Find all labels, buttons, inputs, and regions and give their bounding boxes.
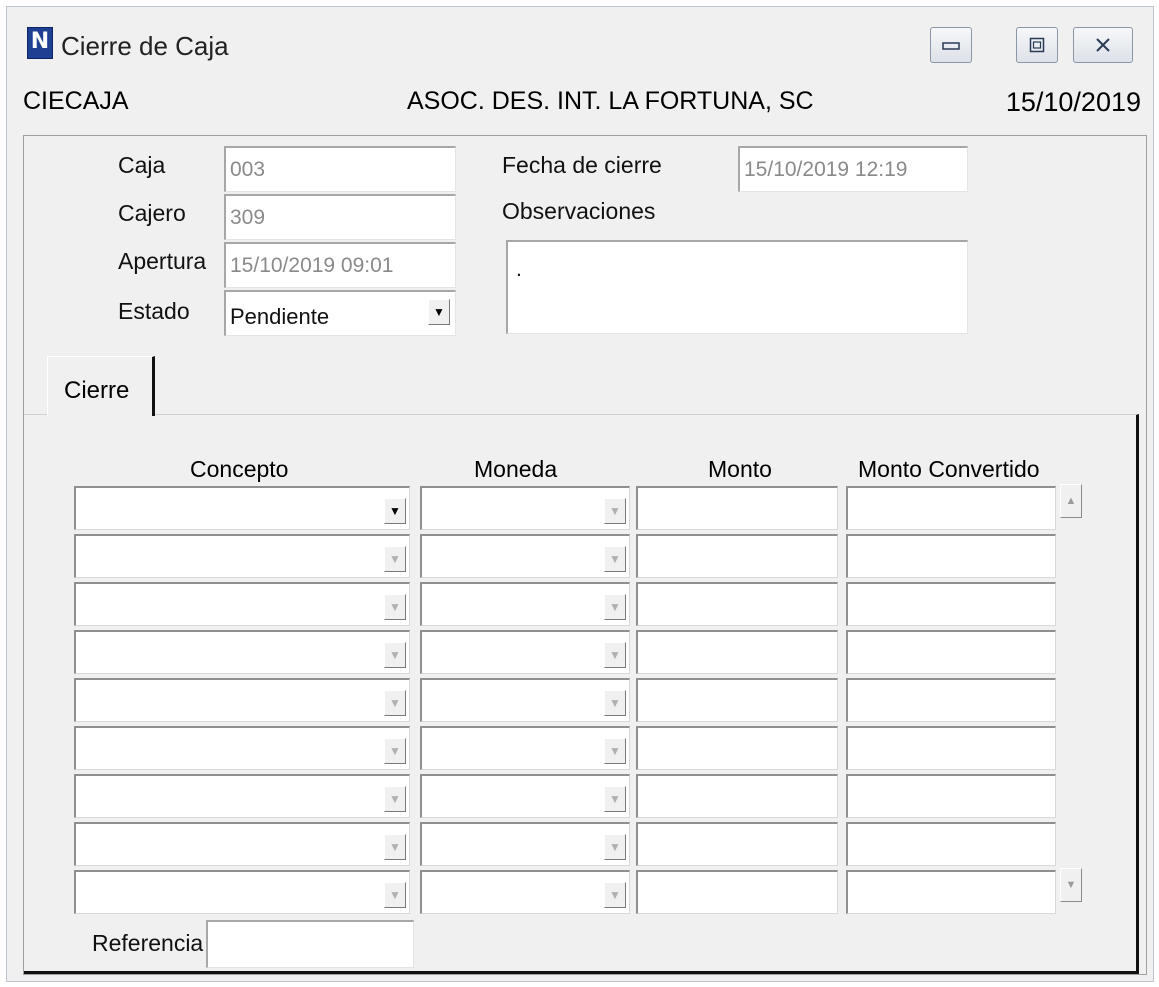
grid-cell-moneda[interactable] <box>420 630 630 674</box>
window-title: Cierre de Caja <box>61 31 229 61</box>
grid-cell-monto[interactable] <box>636 870 838 914</box>
grid-cell-moneda[interactable] <box>420 678 630 722</box>
chevron-down-icon[interactable]: ▼ <box>384 594 406 620</box>
grid-cell-concepto[interactable] <box>74 678 410 722</box>
grid-cell-monto[interactable] <box>636 630 838 674</box>
minimize-button[interactable] <box>930 27 972 63</box>
title-bar[interactable]: N Cierre de Caja <box>7 7 1153 85</box>
grid-cell-concepto[interactable] <box>74 486 410 530</box>
grid-cell-moneda[interactable] <box>420 774 630 818</box>
grid-cell-monto[interactable] <box>636 486 838 530</box>
maximize-icon <box>1029 37 1045 53</box>
grid-cell-moneda[interactable] <box>420 582 630 626</box>
chevron-down-icon[interactable]: ▼ <box>384 690 406 716</box>
scroll-down-icon[interactable]: ▼ <box>1060 868 1082 902</box>
grid-cell-moneda[interactable] <box>420 822 630 866</box>
grid-cell-monto-convertido[interactable] <box>846 726 1056 770</box>
main-form-panel: Caja 003 Cajero 309 Apertura 15/10/2019 … <box>23 135 1147 975</box>
chevron-down-icon[interactable]: ▼ <box>604 594 626 620</box>
chevron-down-icon[interactable]: ▼ <box>384 546 406 572</box>
chevron-down-icon[interactable]: ▼ <box>604 738 626 764</box>
grid-cell-moneda[interactable] <box>420 534 630 578</box>
chevron-down-icon[interactable]: ▼ <box>604 546 626 572</box>
grid-cell-monto-convertido[interactable] <box>846 582 1056 626</box>
cajero-field[interactable]: 309 <box>224 194 456 240</box>
scroll-up-icon[interactable]: ▲ <box>1060 484 1082 518</box>
chevron-down-icon[interactable]: ▼ <box>384 498 406 524</box>
grid-cell-monto[interactable] <box>636 582 838 626</box>
grid-cell-monto[interactable] <box>636 726 838 770</box>
grid-cell-concepto[interactable] <box>74 534 410 578</box>
chevron-down-icon[interactable]: ▼ <box>384 834 406 860</box>
chevron-down-icon[interactable]: ▼ <box>604 786 626 812</box>
caja-label: Caja <box>118 152 166 178</box>
grid-cell-monto[interactable] <box>636 774 838 818</box>
grid-cell-concepto[interactable] <box>74 774 410 818</box>
apertura-label: Apertura <box>118 248 207 274</box>
minimize-icon <box>942 42 960 50</box>
estado-value: Pendiente <box>230 304 330 329</box>
grid-cell-concepto[interactable] <box>74 582 410 626</box>
grid-cell-monto[interactable] <box>636 822 838 866</box>
grid-cell-concepto[interactable] <box>74 726 410 770</box>
grid-cell-concepto[interactable] <box>74 870 410 914</box>
maximize-button[interactable] <box>1016 27 1058 63</box>
chevron-down-icon[interactable]: ▼ <box>384 738 406 764</box>
grid-cell-monto-convertido[interactable] <box>846 534 1056 578</box>
grid-cell-monto-convertido[interactable] <box>846 774 1056 818</box>
tab-cierre[interactable]: Cierre <box>47 356 155 416</box>
chevron-down-icon[interactable]: ▼ <box>384 642 406 668</box>
fecha-cierre-field[interactable]: 15/10/2019 12:19 <box>738 146 968 192</box>
grid-cell-monto-convertido[interactable] <box>846 822 1056 866</box>
app-icon: N <box>27 27 53 59</box>
fecha-cierre-label: Fecha de cierre <box>502 152 662 178</box>
chevron-down-icon[interactable]: ▼ <box>604 690 626 716</box>
chevron-down-icon[interactable]: ▼ <box>384 882 406 908</box>
apertura-field[interactable]: 15/10/2019 09:01 <box>224 242 456 288</box>
grid-cell-concepto[interactable] <box>74 822 410 866</box>
column-header-concepto: Concepto <box>190 456 289 482</box>
caja-field[interactable]: 003 <box>224 146 456 192</box>
cierre-de-caja-window: N Cierre de Caja CIECAJA ASOC. DES. INT.… <box>6 6 1154 982</box>
chevron-down-icon[interactable]: ▼ <box>384 786 406 812</box>
close-button[interactable] <box>1073 27 1133 63</box>
grid-cell-moneda[interactable] <box>420 486 630 530</box>
header-date: 15/10/2019 <box>1005 87 1141 117</box>
estado-label: Estado <box>118 298 190 324</box>
column-header-monto: Monto <box>708 456 772 482</box>
column-header-monto-convertido: Monto Convertido <box>858 456 1040 482</box>
referencia-label: Referencia <box>92 930 204 956</box>
grid-cell-monto-convertido[interactable] <box>846 630 1056 674</box>
grid-cell-monto[interactable] <box>636 534 838 578</box>
chevron-down-icon[interactable]: ▼ <box>604 882 626 908</box>
close-icon <box>1096 38 1110 52</box>
grid-cell-monto-convertido[interactable] <box>846 870 1056 914</box>
form-code: CIECAJA <box>23 87 129 115</box>
grid-cell-moneda[interactable] <box>420 726 630 770</box>
observaciones-label: Observaciones <box>502 198 656 224</box>
grid-cell-monto-convertido[interactable] <box>846 486 1056 530</box>
grid-cell-monto[interactable] <box>636 678 838 722</box>
chevron-down-icon[interactable]: ▼ <box>604 834 626 860</box>
grid-cell-moneda[interactable] <box>420 870 630 914</box>
organization-name: ASOC. DES. INT. LA FORTUNA, SC <box>407 87 814 115</box>
chevron-down-icon[interactable]: ▼ <box>428 299 450 325</box>
observaciones-textarea[interactable]: . <box>506 240 968 334</box>
referencia-field[interactable] <box>206 920 414 968</box>
cajero-label: Cajero <box>118 200 186 226</box>
grid-cell-concepto[interactable] <box>74 630 410 674</box>
grid-cell-monto-convertido[interactable] <box>846 678 1056 722</box>
chevron-down-icon[interactable]: ▼ <box>604 498 626 524</box>
chevron-down-icon[interactable]: ▼ <box>604 642 626 668</box>
estado-select[interactable]: Pendiente <box>224 290 456 336</box>
column-header-moneda: Moneda <box>474 456 558 482</box>
